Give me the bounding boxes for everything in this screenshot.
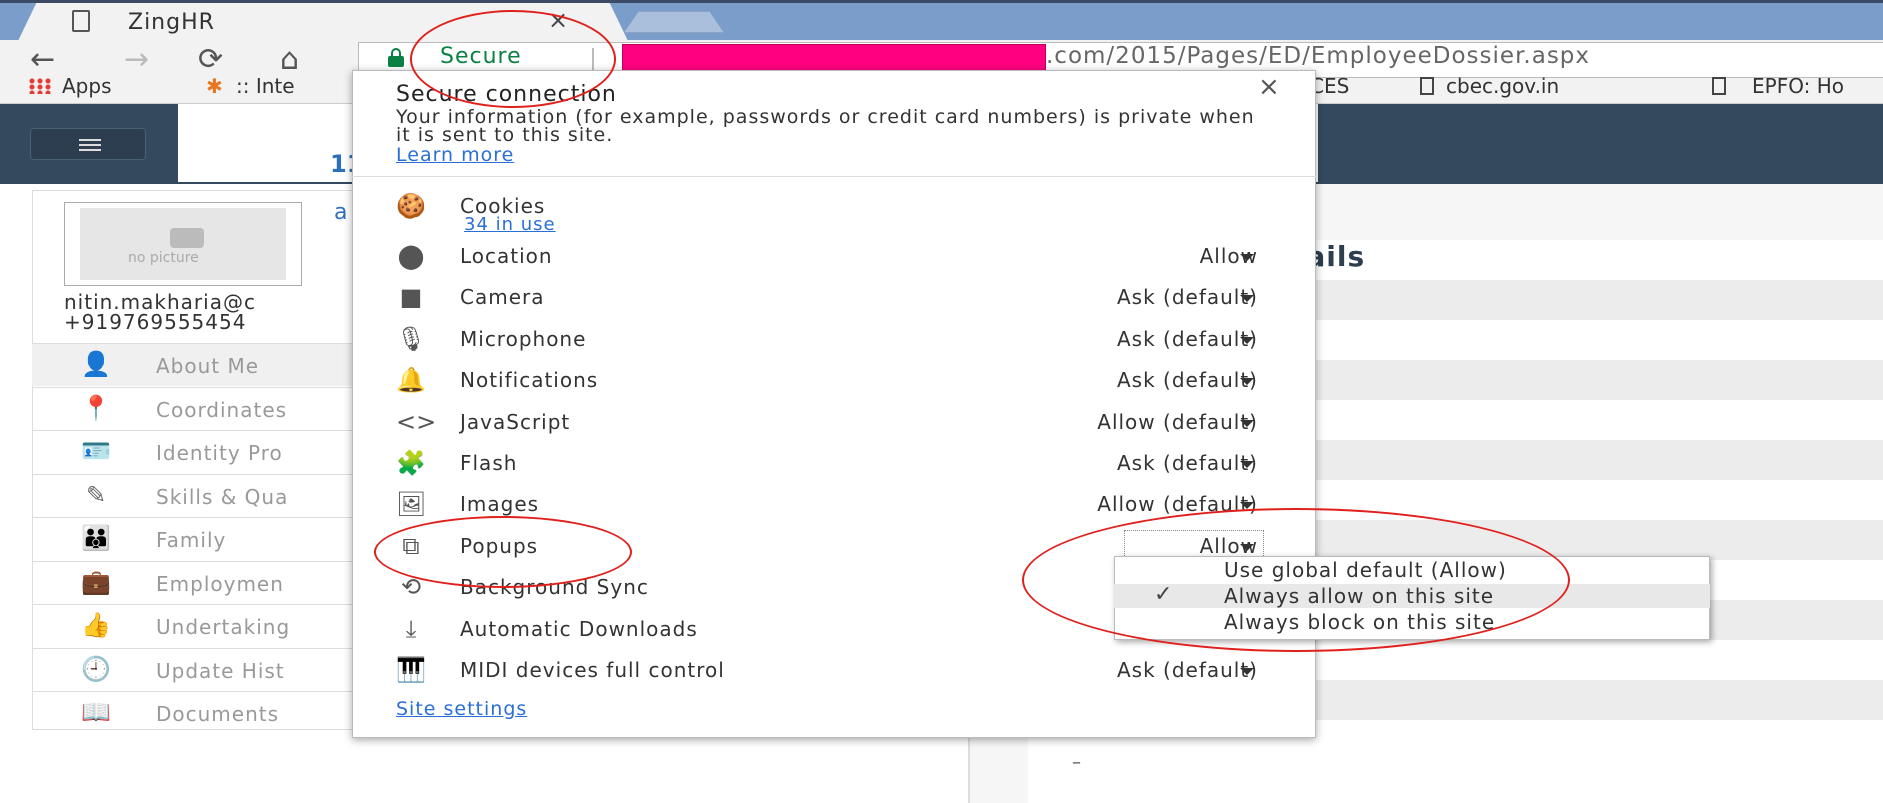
- puzzle-icon: 🧩: [396, 449, 426, 477]
- user-icon: 👤: [81, 350, 111, 378]
- map-marker-icon: 📍: [81, 394, 111, 422]
- permission-value-select[interactable]: Ask (default): [1117, 285, 1258, 309]
- sidebar-item-label: Skills & Qua: [156, 485, 289, 509]
- lock-body: [388, 56, 404, 67]
- bookmark-epfo[interactable]: EPFO: Ho: [1752, 74, 1844, 98]
- camera-icon: ■: [399, 283, 423, 311]
- cookies-in-use-link[interactable]: 34 in use: [464, 214, 556, 235]
- thumbs-up-icon: 👍: [81, 611, 111, 639]
- site-settings-link[interactable]: Site settings: [396, 698, 527, 720]
- permission-value-select[interactable]: Ask (default): [1117, 368, 1258, 392]
- piano-icon: 🎹: [396, 656, 426, 684]
- clock-icon: 🕘: [81, 655, 111, 683]
- profile-name: a: [334, 200, 348, 225]
- reload-icon[interactable]: ⟳: [198, 42, 223, 78]
- permission-label: Camera: [460, 285, 545, 309]
- bookmark-cbec[interactable]: cbec.gov.in: [1446, 74, 1559, 98]
- sidebar-item-label: Identity Pro: [156, 441, 283, 465]
- home-icon[interactable]: ⌂: [280, 42, 299, 78]
- cookie-icon: 🍪: [396, 192, 426, 220]
- pencil-icon: ✎: [85, 481, 107, 509]
- chevron-down-icon[interactable]: [1240, 295, 1254, 302]
- bookmark-apps[interactable]: Apps: [62, 74, 112, 98]
- sidebar-item-identity-pro[interactable]: 🪪 Identity Pro: [32, 430, 372, 473]
- joomla-icon[interactable]: ✱: [206, 74, 223, 98]
- chevron-down-icon[interactable]: [1240, 668, 1254, 675]
- id-card-icon: 🪪: [81, 437, 111, 465]
- hamburger-menu-button[interactable]: [30, 128, 146, 160]
- title-bar-top-line: [0, 0, 1883, 3]
- sidebar-item-label: Documents: [156, 702, 280, 726]
- lock-icon[interactable]: [388, 48, 404, 67]
- sidebar-item-employmen[interactable]: 💼 Employmen: [32, 561, 372, 604]
- code-icon: <>: [396, 408, 437, 436]
- bell-icon: 🔔: [396, 366, 426, 394]
- tab-title: ZingHR: [128, 10, 215, 35]
- chevron-down-icon[interactable]: [1240, 337, 1254, 344]
- tab-page-icon: [72, 10, 90, 32]
- no-picture-label: no picture: [128, 250, 199, 266]
- permission-label: Automatic Downloads: [460, 617, 698, 641]
- chevron-down-icon[interactable]: [1240, 378, 1254, 385]
- close-icon[interactable]: ×: [1258, 72, 1280, 102]
- sidebar-item-update-hist[interactable]: 🕘 Update Hist: [32, 648, 372, 691]
- profile-phone: +919769555454: [64, 310, 247, 334]
- download-icon: ⤓: [405, 615, 417, 643]
- permission-label: Flash: [460, 451, 518, 475]
- annotation-circle-secure: [410, 10, 616, 108]
- chevron-down-icon[interactable]: [1240, 461, 1254, 468]
- bookmark-inte[interactable]: :: Inte: [236, 74, 295, 98]
- permission-label: Notifications: [460, 368, 599, 392]
- image-icon: 🖼: [396, 490, 427, 518]
- sidebar-item-label: Coordinates: [156, 398, 288, 422]
- popup-divider: [352, 176, 1316, 177]
- permission-value-select[interactable]: Ask (default): [1117, 327, 1258, 351]
- location-icon: ⬤: [397, 242, 425, 270]
- microphone-icon: 🎙: [396, 325, 427, 353]
- sidebar-item-family[interactable]: 👪 Family: [32, 517, 372, 560]
- sidebar-item-undertaking[interactable]: 👍 Undertaking: [32, 604, 372, 647]
- sidebar-item-about-me[interactable]: 👤 About Me: [32, 343, 372, 386]
- sidebar-item-label: About Me: [156, 354, 260, 378]
- forward-arrow-icon[interactable]: →: [124, 42, 149, 78]
- family-icon: 👪: [81, 524, 111, 552]
- popup-description: Your information (for example, passwords…: [396, 106, 1255, 146]
- permission-value-select[interactable]: Ask (default): [1117, 451, 1258, 475]
- sidebar-item-label: Family: [156, 528, 227, 552]
- url-path[interactable]: .com/2015/Pages/ED/EmployeeDossier.aspx: [1046, 43, 1590, 69]
- sidebar-item-label: Update Hist: [156, 659, 285, 683]
- annotation-circle-dropdown: [1022, 508, 1570, 652]
- apps-grid-icon[interactable]: [28, 78, 52, 94]
- sidebar-item-label: Undertaking: [156, 615, 291, 639]
- permission-value-select[interactable]: Allow (default): [1097, 410, 1258, 434]
- details-placeholder-dash: –: [1072, 752, 1081, 773]
- bookmark-page-icon: [1712, 77, 1726, 95]
- new-tab-button[interactable]: [624, 11, 724, 33]
- sidebar-item-documents[interactable]: 📖 Documents: [32, 691, 372, 734]
- permission-label: Images: [460, 492, 540, 516]
- learn-more-link[interactable]: Learn more: [396, 144, 514, 166]
- permission-label: JavaScript: [460, 410, 571, 434]
- book-icon: 📖: [81, 698, 111, 726]
- briefcase-icon: 💼: [81, 568, 111, 596]
- permission-label: MIDI devices full control: [460, 658, 725, 682]
- chevron-down-icon[interactable]: [1240, 420, 1254, 427]
- camera-icon: [170, 228, 204, 248]
- chevron-down-icon[interactable]: [1240, 254, 1254, 261]
- sidebar-item-coordinates[interactable]: 📍 Coordinates: [32, 387, 372, 430]
- sidebar-item-label: Employmen: [156, 572, 284, 596]
- annotation-circle-popups: [374, 516, 632, 588]
- permission-value-select[interactable]: Ask (default): [1117, 658, 1258, 682]
- sidebar-item-skills-qua[interactable]: ✎ Skills & Qua: [32, 474, 372, 517]
- bookmark-page-icon: [1420, 77, 1434, 95]
- back-arrow-icon[interactable]: ←: [30, 42, 55, 78]
- permission-label: Microphone: [460, 327, 587, 351]
- permission-label: Location: [460, 244, 553, 268]
